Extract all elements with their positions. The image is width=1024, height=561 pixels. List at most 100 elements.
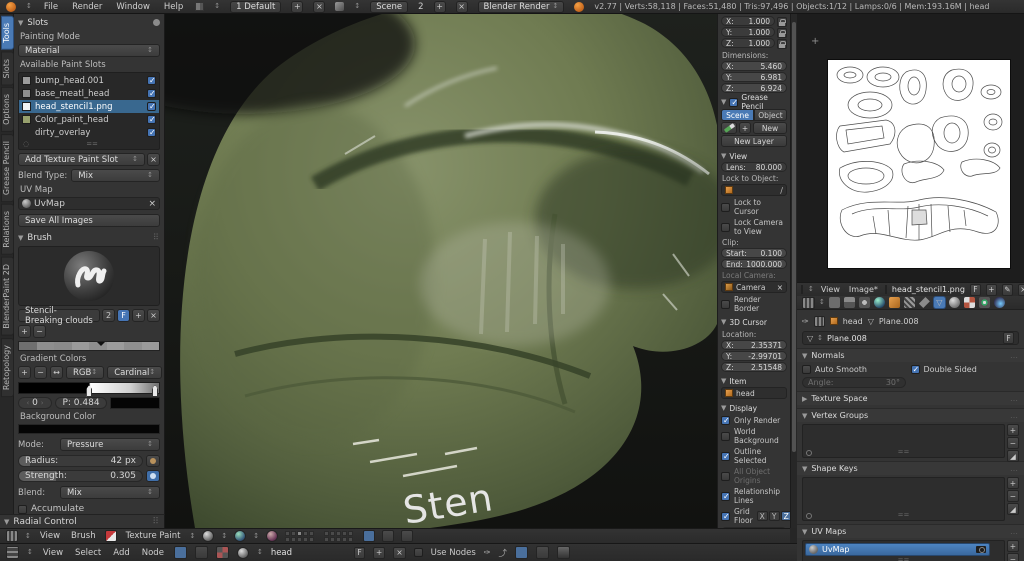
- vertex-groups-list[interactable]: == + − ◢: [802, 424, 1005, 458]
- dim-y-field[interactable]: Y:6.981: [721, 72, 787, 82]
- stop-index-field[interactable]: ‹ 0 ›: [18, 397, 52, 409]
- double-sided-option[interactable]: Double Sided: [911, 365, 1020, 374]
- render-engine-selector[interactable]: Blender Render↕: [478, 1, 565, 13]
- lock-camera-checkbox[interactable]: [721, 223, 730, 232]
- paint-slot-row[interactable]: bump_head.001: [19, 74, 159, 87]
- pivot-spin-icon[interactable]: ↕: [253, 533, 259, 540]
- editor-spin-icon[interactable]: ↕: [819, 299, 825, 306]
- lock-icon[interactable]: [777, 39, 787, 49]
- interpolation-dropdown[interactable]: Cardinal↕: [107, 366, 162, 379]
- material-fake-user-button[interactable]: F: [354, 547, 365, 559]
- add-stop-button[interactable]: +: [18, 325, 31, 338]
- cursor-y-field[interactable]: Y:-2.99701: [721, 351, 787, 361]
- pin-context-icon[interactable]: ✑: [802, 317, 809, 326]
- menu-file[interactable]: File: [42, 2, 60, 12]
- grid-axis-x-toggle[interactable]: X: [757, 511, 768, 521]
- clear-uvmap-icon[interactable]: ×: [148, 199, 156, 209]
- item-panel-header[interactable]: ▼ Item: [721, 375, 787, 387]
- tab-object-data[interactable]: ▽: [934, 297, 945, 308]
- render-border-option[interactable]: Render Border: [721, 295, 787, 313]
- list-resize-grip[interactable]: ==: [898, 448, 910, 456]
- collapse-icon[interactable]: ▼: [721, 318, 726, 326]
- add-texture-paint-slot-dropdown[interactable]: Add Texture Paint Slot↕: [18, 153, 145, 166]
- scene-spin-icon[interactable]: ↕: [354, 3, 360, 10]
- lock-to-cursor-option[interactable]: Lock to Cursor: [721, 198, 787, 216]
- add-scene-button[interactable]: +: [434, 1, 446, 13]
- world-background-checkbox[interactable]: [721, 432, 730, 441]
- grid-axis-z-toggle[interactable]: Z: [781, 511, 790, 521]
- all-object-origins-checkbox[interactable]: [721, 472, 730, 481]
- new-layer-button[interactable]: New Layer: [721, 135, 787, 147]
- blend-type-dropdown[interactable]: Mix↕: [71, 169, 160, 182]
- paint-slot-row[interactable]: dirty_overlay: [19, 126, 159, 139]
- collapse-icon[interactable]: ▼: [802, 465, 807, 473]
- shape-keys-panel-header[interactable]: ▼ Shape Keys …: [797, 461, 1024, 475]
- node-menu-view[interactable]: View: [41, 548, 65, 558]
- only-render-option[interactable]: Only Render: [721, 416, 787, 425]
- add-layout-button[interactable]: +: [291, 1, 303, 13]
- texture-space-panel-header[interactable]: ▶ Texture Space …: [797, 391, 1024, 405]
- slot-checkbox[interactable]: [147, 89, 156, 98]
- mesh-fake-user-button[interactable]: F: [1003, 332, 1014, 344]
- brush-user-count[interactable]: 2: [102, 309, 115, 322]
- breadcrumb-data[interactable]: Plane.008: [879, 317, 919, 326]
- remove-stop-button[interactable]: −: [33, 325, 46, 338]
- slot-checkbox[interactable]: [147, 115, 156, 124]
- editor-spin-icon[interactable]: ↕: [25, 533, 31, 540]
- collapse-icon[interactable]: ▼: [721, 404, 726, 412]
- lock-icon[interactable]: [777, 17, 787, 27]
- image-fake-user-button[interactable]: F: [970, 284, 981, 296]
- gradient-stop-handle[interactable]: [86, 385, 92, 397]
- item-name-field[interactable]: head: [721, 387, 787, 399]
- shapekey-specials-icon[interactable]: ◢: [1007, 503, 1019, 515]
- relationship-lines-option[interactable]: Relationship Lines: [721, 487, 787, 505]
- node-menu-node[interactable]: Node: [140, 548, 166, 558]
- screen-layout-spin-icon[interactable]: ↕: [214, 3, 220, 10]
- brush-name-field[interactable]: Stencil-Breaking clouds: [18, 309, 100, 322]
- image-new-button[interactable]: +: [986, 284, 997, 296]
- image-menu-image[interactable]: Image*: [847, 285, 880, 294]
- grid-axis-y-toggle[interactable]: Y: [769, 511, 780, 521]
- scrollbar-thumb[interactable]: [792, 22, 796, 452]
- brush-panel-header[interactable]: ▼ Brush ⠿: [18, 231, 160, 244]
- slot-checkbox[interactable]: [147, 128, 156, 137]
- grease-pencil-checkbox[interactable]: [729, 98, 738, 107]
- grid-floor-option[interactable]: Grid Floor X Y Z: [721, 507, 787, 525]
- gradient-add-button[interactable]: +: [18, 366, 31, 379]
- collapse-icon[interactable]: ▼: [18, 19, 23, 27]
- clip-end-field[interactable]: End:1000.000: [721, 259, 787, 269]
- auto-smooth-option[interactable]: Auto Smooth: [802, 365, 911, 374]
- slot-checkbox[interactable]: [147, 102, 156, 111]
- radial-control-panel-header[interactable]: ▼ Radial Control ⠿: [0, 514, 165, 528]
- npanel-scrollbar[interactable]: [790, 14, 797, 528]
- brush-preview[interactable]: [18, 246, 160, 306]
- 3d-viewport[interactable]: Sten: [165, 14, 717, 528]
- render-camera-icon[interactable]: [976, 546, 986, 553]
- blend-dropdown[interactable]: Mix↕: [60, 486, 160, 499]
- parent-node-tree-icon[interactable]: ⤴: [499, 547, 508, 559]
- screen-layout-selector[interactable]: 1 Default: [230, 1, 281, 13]
- tab-particles[interactable]: [979, 297, 990, 308]
- editor-spin-icon[interactable]: ↕: [808, 286, 814, 293]
- shapekey-remove-button[interactable]: −: [1007, 490, 1019, 502]
- scale-z-field[interactable]: Z:1.000: [721, 38, 775, 48]
- mode-selector[interactable]: Texture Paint: [124, 531, 183, 541]
- double-sided-checkbox[interactable]: [911, 365, 920, 374]
- menu-window[interactable]: Window: [114, 2, 152, 12]
- radius-slider[interactable]: Radius:42 px: [18, 455, 143, 467]
- editor-spin-icon[interactable]: ↕: [27, 549, 33, 556]
- collapse-icon[interactable]: ▼: [802, 352, 807, 360]
- display-panel-header[interactable]: ▼ Display: [721, 402, 787, 414]
- tab-object[interactable]: [889, 297, 900, 308]
- mesh-datablock-field[interactable]: ▽ ↕ Plane.008 F: [802, 331, 1019, 345]
- collapse-icon[interactable]: ▼: [802, 528, 807, 536]
- paint-mask-icon[interactable]: [266, 530, 278, 542]
- mode-spin-icon[interactable]: ↕: [189, 533, 195, 540]
- viewport-menu-brush[interactable]: Brush: [69, 531, 98, 541]
- uv-map-field[interactable]: UvMap ×: [18, 197, 160, 210]
- vgroup-remove-button[interactable]: −: [1007, 437, 1019, 449]
- tab-render-layers[interactable]: [844, 297, 855, 308]
- cursor-z-field[interactable]: Z:2.51548: [721, 362, 787, 372]
- accumulate-option[interactable]: Accumulate: [18, 504, 160, 514]
- paint-slot-row[interactable]: base_meatl_head: [19, 87, 159, 100]
